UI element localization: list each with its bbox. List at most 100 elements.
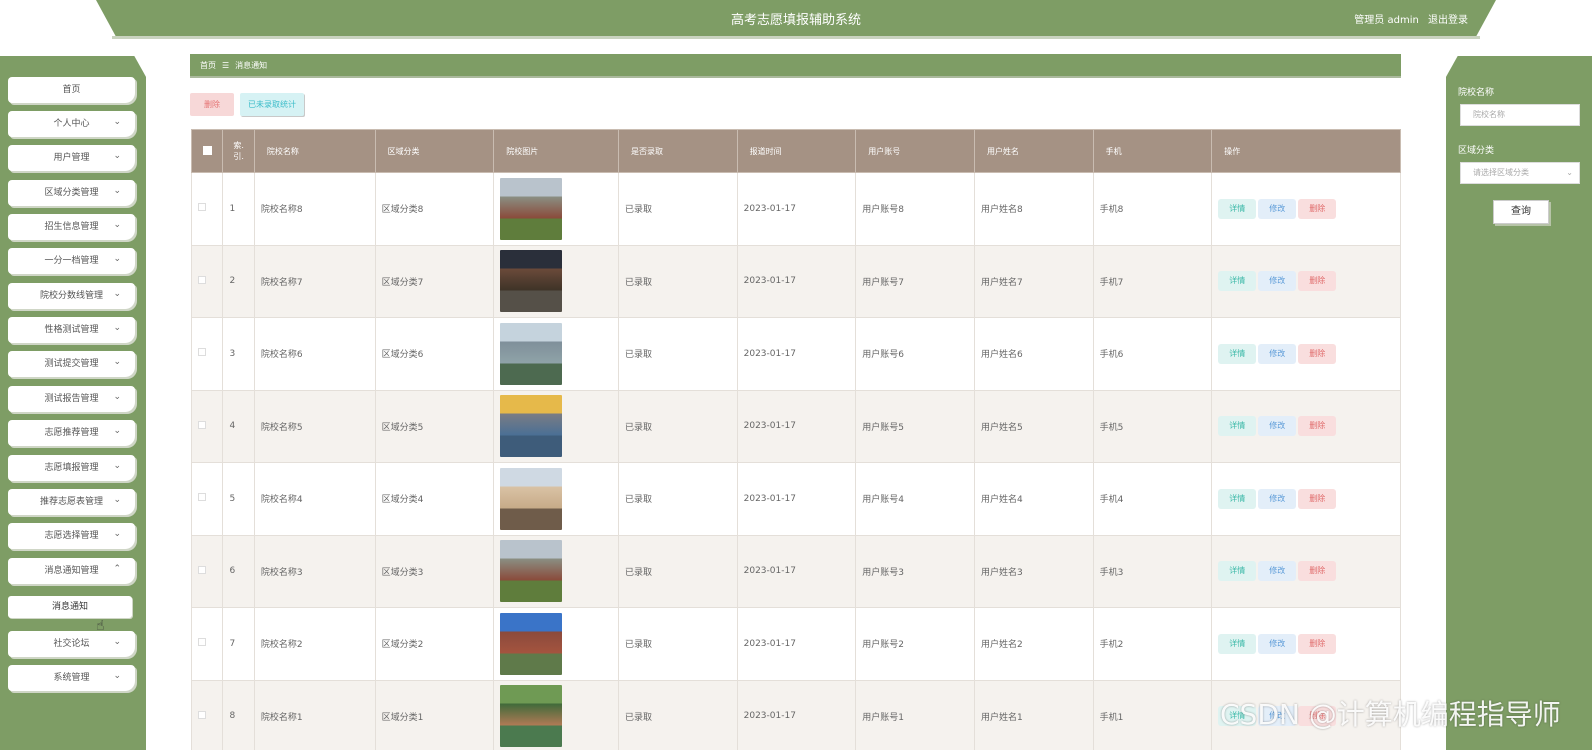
row-checkbox[interactable] (190, 317, 224, 391)
row-phone: 手机3 (1092, 534, 1213, 608)
detail-button[interactable]: 详情 (1218, 488, 1257, 509)
table-row: 1 院校名称8 区域分类8 已录取 2023-01-17 用户账号8 用户姓名8 手机8 详情修… (190, 172, 1401, 246)
row-region: 区域分类7 (374, 244, 495, 318)
row-admitted: 已录取 (617, 462, 738, 536)
logout-link[interactable]: 退出登录 (1428, 15, 1468, 26)
row-image-cell (493, 679, 619, 750)
col-admitted: 是否录取 (617, 129, 738, 173)
row-school-name: 院校名称3 (253, 534, 376, 608)
sidebar-item-label: 测试报告管理 (44, 394, 99, 404)
row-actions: 详情 修改 删除 (1211, 462, 1401, 536)
edit-button[interactable]: 修改 (1258, 343, 1297, 364)
row-checkbox[interactable] (190, 389, 224, 463)
chevron-up-icon: ⌃ (113, 564, 121, 574)
sidebar-item[interactable]: 招生信息管理 ⌄ (8, 214, 135, 240)
select-all-checkbox[interactable] (190, 129, 224, 173)
sidebar-item[interactable]: 推荐志愿表管理 ⌄ (8, 489, 135, 515)
table-header-row: 索. 引. 院校名称 区域分类 院校图片 是否录取 报道时间 用户账号 用户姓名 … (190, 129, 1401, 173)
sidebar-item[interactable]: 志愿推荐管理 ⌄ (8, 420, 135, 446)
chevron-down-icon: ⌄ (1566, 168, 1573, 177)
breadcrumb-separator-icon: ☰ (222, 61, 230, 70)
school-image[interactable] (500, 467, 563, 530)
sidebar-item[interactable]: 社交论坛 ⌄ (8, 631, 135, 657)
watermark: CSDN @计算机编程指导师 (1220, 698, 1561, 731)
detail-button[interactable]: 详情 (1218, 198, 1257, 219)
detail-button[interactable]: 详情 (1218, 561, 1257, 582)
edit-button[interactable]: 修改 (1258, 416, 1297, 437)
edit-button[interactable]: 修改 (1258, 488, 1297, 509)
sidebar-item-label: 院校分数线管理 (39, 291, 103, 301)
sidebar-item[interactable]: 测试提交管理 ⌄ (8, 351, 135, 377)
delete-button[interactable]: 删除 (1298, 416, 1337, 437)
delete-button[interactable]: 删除 (1298, 271, 1337, 292)
row-checkbox[interactable] (190, 534, 224, 608)
region-select[interactable]: 请选择区域分类 ⌄ (1460, 162, 1580, 184)
delete-button[interactable]: 删除 (1298, 633, 1337, 654)
school-image[interactable] (500, 540, 563, 603)
sidebar-item[interactable]: 个人中心 ⌄ (8, 111, 135, 137)
row-region: 区域分类4 (374, 462, 495, 536)
sidebar-item[interactable]: 性格测试管理 ⌄ (8, 317, 135, 343)
chevron-down-icon: ⌄ (113, 289, 121, 299)
edit-button[interactable]: 修改 (1258, 198, 1297, 219)
row-report-time: 2023-01-17 (736, 244, 857, 318)
row-report-time: 2023-01-17 (736, 172, 857, 246)
col-region: 区域分类 (374, 129, 495, 173)
sidebar-item[interactable]: 志愿填报管理 ⌄ (8, 455, 135, 481)
sidebar-item[interactable]: 消息通知管理 ⌃ (8, 558, 135, 584)
row-actions: 详情 修改 删除 (1211, 389, 1401, 463)
row-index: 5 (222, 462, 255, 536)
school-name-input[interactable]: 院校名称 (1460, 104, 1580, 126)
row-report-time: 2023-01-17 (736, 679, 857, 750)
sidebar-item[interactable]: 一分一档管理 ⌄ (8, 248, 135, 274)
delete-button[interactable]: 删除 (1298, 488, 1337, 509)
detail-button[interactable]: 详情 (1218, 343, 1257, 364)
school-image[interactable] (500, 395, 563, 458)
row-checkbox[interactable] (190, 607, 224, 681)
detail-button[interactable]: 详情 (1218, 633, 1257, 654)
sidebar-item[interactable]: 用户管理 ⌄ (8, 145, 135, 171)
row-admitted: 已录取 (617, 317, 738, 391)
row-checkbox[interactable] (190, 244, 224, 318)
sidebar-item[interactable]: 消息通知 (8, 596, 132, 618)
sidebar-item-label: 一分一档管理 (44, 256, 99, 266)
chevron-down-icon: ⌄ (113, 323, 121, 333)
delete-button[interactable]: 删除 (1298, 343, 1337, 364)
edit-button[interactable]: 修改 (1258, 561, 1297, 582)
school-image[interactable] (500, 612, 563, 675)
row-checkbox[interactable] (190, 679, 224, 750)
sidebar-item[interactable]: 系统管理 ⌄ (8, 665, 135, 691)
delete-button[interactable]: 删除 (1298, 561, 1337, 582)
edit-button[interactable]: 修改 (1258, 633, 1297, 654)
row-checkbox[interactable] (190, 462, 224, 536)
breadcrumb-home[interactable]: 首页 (200, 61, 216, 70)
sidebar-item[interactable]: 院校分数线管理 ⌄ (8, 283, 135, 309)
checkbox-icon (198, 275, 206, 284)
row-phone: 手机7 (1092, 244, 1213, 318)
hand-cursor-icon: ☝ (96, 618, 105, 634)
admission-stat-button[interactable]: 已未录取统计 (240, 93, 304, 116)
query-button[interactable]: 查询 (1493, 200, 1549, 224)
sidebar-item[interactable]: 首页 (8, 77, 135, 103)
table-row: 2 院校名称7 区域分类7 已录取 2023-01-17 用户账号7 用户姓名7 手机7 详情修… (190, 244, 1401, 318)
current-user: 管理员 admin (1354, 15, 1419, 26)
delete-button[interactable]: 删除 (1298, 198, 1337, 219)
detail-button[interactable]: 详情 (1218, 416, 1257, 437)
sidebar-item[interactable]: 测试报告管理 ⌄ (8, 386, 135, 412)
row-admitted: 已录取 (617, 534, 738, 608)
sidebar-item-label: 消息通知 (51, 602, 88, 612)
school-image[interactable] (500, 250, 563, 313)
table-row: 6 院校名称3 区域分类3 已录取 2023-01-17 用户账号3 用户姓名3 手机3 详情修… (190, 534, 1401, 608)
detail-button[interactable]: 详情 (1218, 271, 1257, 292)
sidebar-item[interactable]: 区域分类管理 ⌄ (8, 180, 135, 206)
row-account: 用户账号1 (855, 679, 975, 750)
row-checkbox[interactable] (190, 172, 224, 246)
chevron-down-icon: ⌄ (113, 495, 121, 505)
school-image[interactable] (500, 177, 563, 240)
edit-button[interactable]: 修改 (1258, 271, 1297, 292)
batch-delete-button[interactable]: 删除 (190, 93, 234, 116)
sidebar-item[interactable]: 志愿选择管理 ⌄ (8, 523, 135, 549)
school-image[interactable] (500, 322, 563, 385)
chevron-down-icon: ⌄ (113, 637, 121, 647)
school-image[interactable] (500, 685, 563, 748)
